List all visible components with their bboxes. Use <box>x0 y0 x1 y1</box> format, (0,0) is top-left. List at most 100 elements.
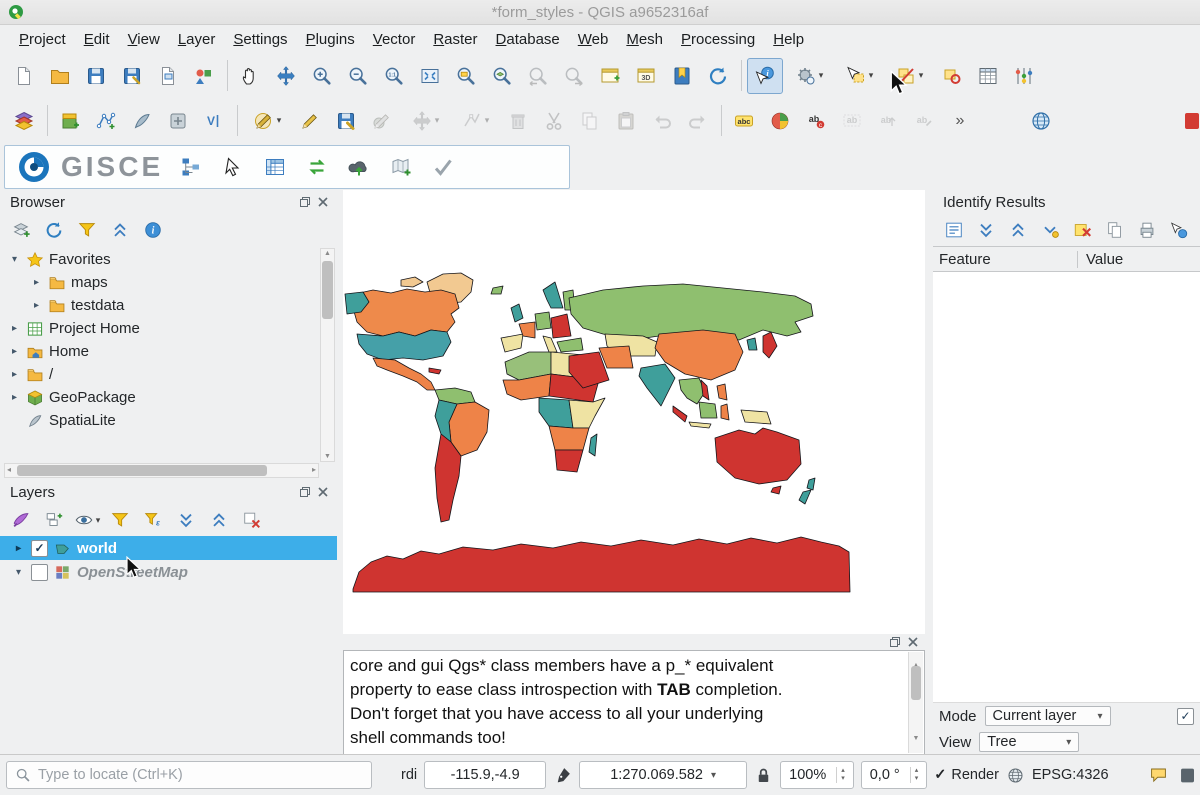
scrollbar-thumb[interactable] <box>911 666 921 700</box>
expand-tree-button[interactable] <box>973 217 998 243</box>
open-project-button[interactable] <box>43 59 77 93</box>
new-spatialite-layer-button[interactable] <box>125 104 159 138</box>
coordinate-input[interactable]: -115.9,-4.9 <box>424 761 546 789</box>
new-3d-map-view-button[interactable]: 3D <box>629 59 663 93</box>
add-selected-layers-button[interactable] <box>8 217 34 243</box>
browser-item-geopackage[interactable]: ▸GeoPackage <box>0 386 337 409</box>
collapse-tree-button[interactable] <box>1006 217 1031 243</box>
hidden-toolbar-button[interactable] <box>1171 104 1200 138</box>
new-virtual-layer-button[interactable]: V <box>197 104 231 138</box>
gisce-table-button[interactable] <box>258 150 292 184</box>
browser-item-favorites[interactable]: ▾Favorites <box>0 248 337 271</box>
spinner-arrows-icon[interactable]: ▴▾ <box>910 767 919 782</box>
menu-item-layer[interactable]: Layer <box>169 28 225 51</box>
identify-results-list[interactable] <box>933 272 1200 703</box>
expander-icon[interactable]: ▾ <box>12 567 25 578</box>
close-panel-button[interactable] <box>317 486 329 498</box>
style-manager-button[interactable] <box>187 59 221 93</box>
gisce-sync-button[interactable] <box>300 150 334 184</box>
new-shapefile-layer-button[interactable] <box>89 104 123 138</box>
clear-results-button[interactable] <box>1070 217 1095 243</box>
layer-diagram-button[interactable] <box>763 104 797 138</box>
log-messages-button[interactable] <box>1175 766 1194 785</box>
zoom-to-layer-button[interactable] <box>485 59 519 93</box>
browser-item--[interactable]: ▸/ <box>0 363 337 386</box>
close-panel-button[interactable] <box>907 636 919 648</box>
menu-item-settings[interactable]: Settings <box>224 28 296 51</box>
open-attribute-table-button[interactable] <box>971 59 1005 93</box>
menu-item-mesh[interactable]: Mesh <box>617 28 672 51</box>
browser-vertical-scrollbar[interactable]: ▲ ▼ <box>320 248 335 462</box>
crs-status-button[interactable]: EPSG:4326 <box>1032 767 1109 783</box>
filter-browser-button[interactable] <box>74 217 100 243</box>
gisce-upload-button[interactable] <box>342 150 376 184</box>
layer-item-world[interactable]: ▸✓world <box>0 536 337 560</box>
filter-legend-button[interactable] <box>107 507 133 533</box>
new-project-button[interactable] <box>7 59 41 93</box>
zoom-out-button[interactable] <box>341 59 375 93</box>
data-source-manager-button[interactable] <box>7 104 41 138</box>
view-combobox[interactable]: Tree▾ <box>979 732 1079 752</box>
expander-icon[interactable]: ▾ <box>8 254 21 265</box>
float-panel-button[interactable] <box>889 636 901 648</box>
identify-features-button[interactable]: i <box>747 58 783 94</box>
run-feature-action-button[interactable]: ▾ <box>785 59 833 93</box>
save-project-as-button[interactable] <box>115 59 149 93</box>
zoom-in-button[interactable] <box>305 59 339 93</box>
menu-item-plugins[interactable]: Plugins <box>297 28 364 51</box>
filter-by-expression-button[interactable]: ε <box>140 507 166 533</box>
collapse-all-button[interactable] <box>107 217 133 243</box>
menu-item-web[interactable]: Web <box>569 28 618 51</box>
expand-all-button[interactable] <box>173 507 199 533</box>
menu-item-edit[interactable]: Edit <box>75 28 119 51</box>
scrollbar-thumb[interactable] <box>322 261 333 319</box>
metasearch-button[interactable] <box>1024 104 1058 138</box>
toggle-editing-button[interactable] <box>293 104 327 138</box>
show-bookmarks-button[interactable] <box>665 59 699 93</box>
float-panel-button[interactable] <box>299 486 311 498</box>
select-by-value-button[interactable] <box>935 59 969 93</box>
locate-search[interactable]: Type to locate (Ctrl+K) <box>6 761 372 789</box>
gisce-validate-button[interactable] <box>426 150 460 184</box>
select-features-button[interactable]: ▾ <box>835 59 883 93</box>
identify-auto-checkbox[interactable]: ✓ <box>1177 708 1194 725</box>
console-scrollbar[interactable]: ▲ ▼ <box>908 652 923 753</box>
layer-item-openstreetmap[interactable]: ▾OpenStreetMap <box>0 560 337 584</box>
deselect-features-button[interactable]: ▾ <box>885 59 933 93</box>
browser-item-spatialite[interactable]: SpatiaLite <box>0 409 337 432</box>
gisce-map-add-button[interactable] <box>384 150 418 184</box>
lock-scale-icon[interactable] <box>754 766 773 785</box>
gisce-tree-button[interactable] <box>174 150 208 184</box>
render-checkbox[interactable]: ✓ Render <box>934 767 999 783</box>
scrollbar-thumb[interactable] <box>17 465 267 476</box>
pin-labels-button[interactable]: abc <box>799 104 833 138</box>
layer-visibility-checkbox[interactable]: ✓ <box>31 540 48 557</box>
layer-visibility-checkbox[interactable] <box>31 564 48 581</box>
zoom-full-button[interactable] <box>413 59 447 93</box>
browser-item-project-home[interactable]: ▸Project Home <box>0 317 337 340</box>
expander-icon[interactable]: ▸ <box>30 277 43 288</box>
expander-icon[interactable]: ▸ <box>8 323 21 334</box>
menu-item-processing[interactable]: Processing <box>672 28 764 51</box>
browser-item-home[interactable]: ▸Home <box>0 340 337 363</box>
close-panel-button[interactable] <box>317 196 329 208</box>
browser-horizontal-scrollbar[interactable]: ◂ ▸ <box>4 463 319 478</box>
new-geopackage-layer-button[interactable] <box>53 104 87 138</box>
print-results-button[interactable] <box>1135 217 1160 243</box>
layout-manager-button[interactable] <box>151 59 185 93</box>
remove-layer-button[interactable] <box>239 507 265 533</box>
messages-button[interactable] <box>1149 766 1168 785</box>
column-value[interactable]: Value <box>1078 251 1200 268</box>
open-layer-styling-button[interactable] <box>8 507 34 533</box>
zoom-native-button[interactable]: 1:1 <box>377 59 411 93</box>
expander-icon[interactable]: ▸ <box>8 346 21 357</box>
layer-labeling-button[interactable]: abc <box>727 104 761 138</box>
add-group-button[interactable] <box>41 507 67 533</box>
identify-settings-button[interactable] <box>1167 217 1192 243</box>
copy-feature-button[interactable] <box>1102 217 1127 243</box>
column-feature[interactable]: Feature <box>933 251 1078 268</box>
statistical-summary-button[interactable] <box>1007 59 1041 93</box>
menu-item-raster[interactable]: Raster <box>424 28 486 51</box>
menu-item-database[interactable]: Database <box>487 28 569 51</box>
pan-map-button[interactable] <box>233 59 267 93</box>
